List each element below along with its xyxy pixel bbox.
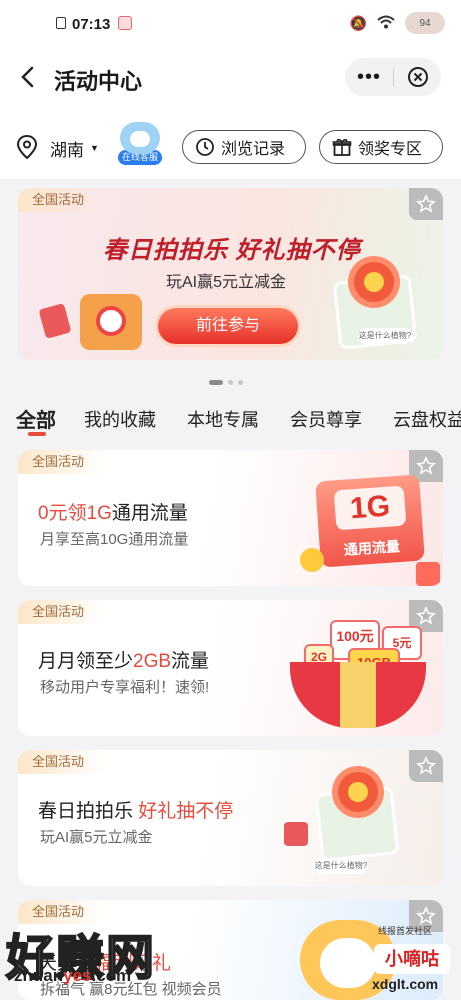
city-selector[interactable]: 湖南 (50, 136, 84, 161)
prize-zone-button[interactable]: 领奖专区 (319, 130, 443, 164)
activity-tag: 全国活动 (18, 600, 105, 624)
camera-illustration (80, 294, 142, 350)
mini-program-capsule: ••• (345, 58, 441, 96)
star-icon (416, 756, 436, 775)
page-title: 活动中心 (54, 69, 143, 94)
card-title-highlight: 2GB (133, 651, 172, 672)
tab-all[interactable]: 全部 (16, 404, 56, 433)
tab-local[interactable]: 本地专属 (187, 406, 259, 432)
activity-tag: 全国活动 (18, 188, 105, 212)
speech-bubble: 这是什么植物? (358, 328, 412, 344)
banner-headline: 春日拍拍乐 好礼抽不停 (103, 237, 361, 264)
banner-subtitle: 玩AI赢5元立减金 (166, 274, 287, 291)
browse-history-button[interactable]: 浏览记录 (182, 130, 306, 164)
card-title: 月月领至少2GB流量 (38, 646, 209, 673)
activity-card[interactable]: 全国活动 月月领至少2GB流量 移动用户专享福利！速领! 100元 5元 10G… (18, 600, 443, 736)
ticket-label: 通用流量 (343, 538, 401, 558)
watermark2-tagline: 线报首发社区 (378, 926, 433, 936)
tab-members[interactable]: 会员尊享 (290, 406, 362, 432)
red-envelope-illustration (38, 303, 72, 339)
service-avatar-icon (120, 122, 160, 154)
red-envelope-icon (284, 822, 308, 846)
nav-bar: 活动中心 ••• (0, 44, 461, 114)
location-pin-icon[interactable] (16, 134, 38, 165)
gift-icon (332, 138, 352, 156)
more-button[interactable]: ••• (345, 67, 393, 87)
card-title-suffix: 流量 (171, 651, 210, 672)
carousel-dot (209, 380, 223, 385)
heart-eyes-emoji-icon (300, 548, 324, 572)
flower-illustration (354, 262, 394, 302)
star-icon (416, 906, 436, 925)
wifi-icon (377, 15, 395, 32)
tab-cloud-benefits[interactable]: 云盘权益 (393, 406, 461, 432)
card-title: 0元领1G通用流量 (38, 498, 188, 525)
watermark-url-highlight: yes (63, 966, 92, 985)
close-button[interactable] (394, 66, 441, 88)
card-title: 春日拍拍乐 好礼抽不停 (38, 796, 233, 823)
data-ticket-illustration: 1G 通用流量 (315, 474, 425, 568)
carousel-dot (228, 380, 233, 385)
card-description: 玩AI赢5元立减金 (40, 829, 153, 846)
ticket-amount: 1G (333, 485, 407, 531)
online-service-button[interactable]: 在线客服 (118, 122, 162, 168)
back-arrow-icon[interactable] (14, 62, 44, 92)
filter-toolbar: 湖南 ▼ 在线客服 浏览记录 领奖专区 (0, 114, 461, 180)
activity-card[interactable]: 全国活动 0元领1G通用流量 月享至高10G通用流量 1G 通用流量 (18, 450, 443, 586)
caret-down-icon[interactable]: ▼ (90, 143, 99, 153)
active-tab-indicator (28, 432, 46, 436)
promo-banner[interactable]: 全国活动 春日拍拍乐 好礼抽不停 玩AI赢5元立减金 前往参与 这是什么植物? (18, 188, 443, 360)
category-tabs: 全部 我的收藏 本地专属 会员尊享 云盘权益 (0, 398, 461, 442)
status-time: 07:13 (72, 16, 111, 33)
browse-history-label: 浏览记录 (221, 141, 286, 158)
card-title-prefix: 月月领至少 (38, 651, 134, 672)
card-title-prefix: 春日拍拍乐 (38, 801, 139, 822)
card-title-highlight: 好礼抽不停 (138, 801, 234, 822)
card-title-rest: 通用流量 (111, 503, 188, 524)
prize-zone-label: 领奖专区 (358, 141, 423, 158)
clock-icon (196, 138, 214, 156)
mute-icon: 🔕 (349, 14, 367, 31)
sim-icon (56, 17, 66, 29)
card-description: 月享至高10G通用流量 (40, 531, 189, 548)
red-envelope-icon (416, 562, 440, 586)
coupon-value: 100元 (336, 628, 374, 644)
battery-indicator: 94 (405, 12, 445, 34)
app-notification-icon (118, 16, 132, 30)
activity-tag: 全国活动 (18, 750, 105, 774)
flower-illustration (338, 772, 378, 812)
watermark-url-part: zhuan (14, 966, 64, 985)
speech-bubble: 这是什么植物? (314, 858, 368, 874)
card-title-highlight: 0元领1G (38, 503, 112, 524)
favorite-button[interactable] (409, 750, 443, 782)
activity-card[interactable]: 全国活动 春日拍拍乐 好礼抽不停 玩AI赢5元立减金 这是什么植物? (18, 750, 443, 886)
card-description: 移动用户专享福利！速领! (40, 679, 210, 696)
watermark2-url: xdglt.com (372, 976, 439, 992)
gift-basket-illustration (290, 662, 426, 728)
carousel-indicator (209, 380, 243, 385)
tab-favorites[interactable]: 我的收藏 (84, 406, 156, 432)
watermark-url-part: .com (91, 966, 132, 985)
favorite-button[interactable] (409, 188, 443, 220)
watermark-url: zhuanyes.com (14, 966, 131, 986)
status-bar: 07:13 🔕 94 (0, 0, 461, 44)
close-circle-icon (407, 67, 428, 87)
activity-tag: 全国活动 (18, 450, 105, 474)
star-icon (416, 194, 436, 213)
watermark2-logo: 小嘀咕 (374, 944, 450, 974)
join-now-button[interactable]: 前往参与 (158, 308, 298, 344)
star-icon (416, 606, 436, 625)
carousel-dot (238, 380, 243, 385)
star-icon (416, 456, 436, 475)
